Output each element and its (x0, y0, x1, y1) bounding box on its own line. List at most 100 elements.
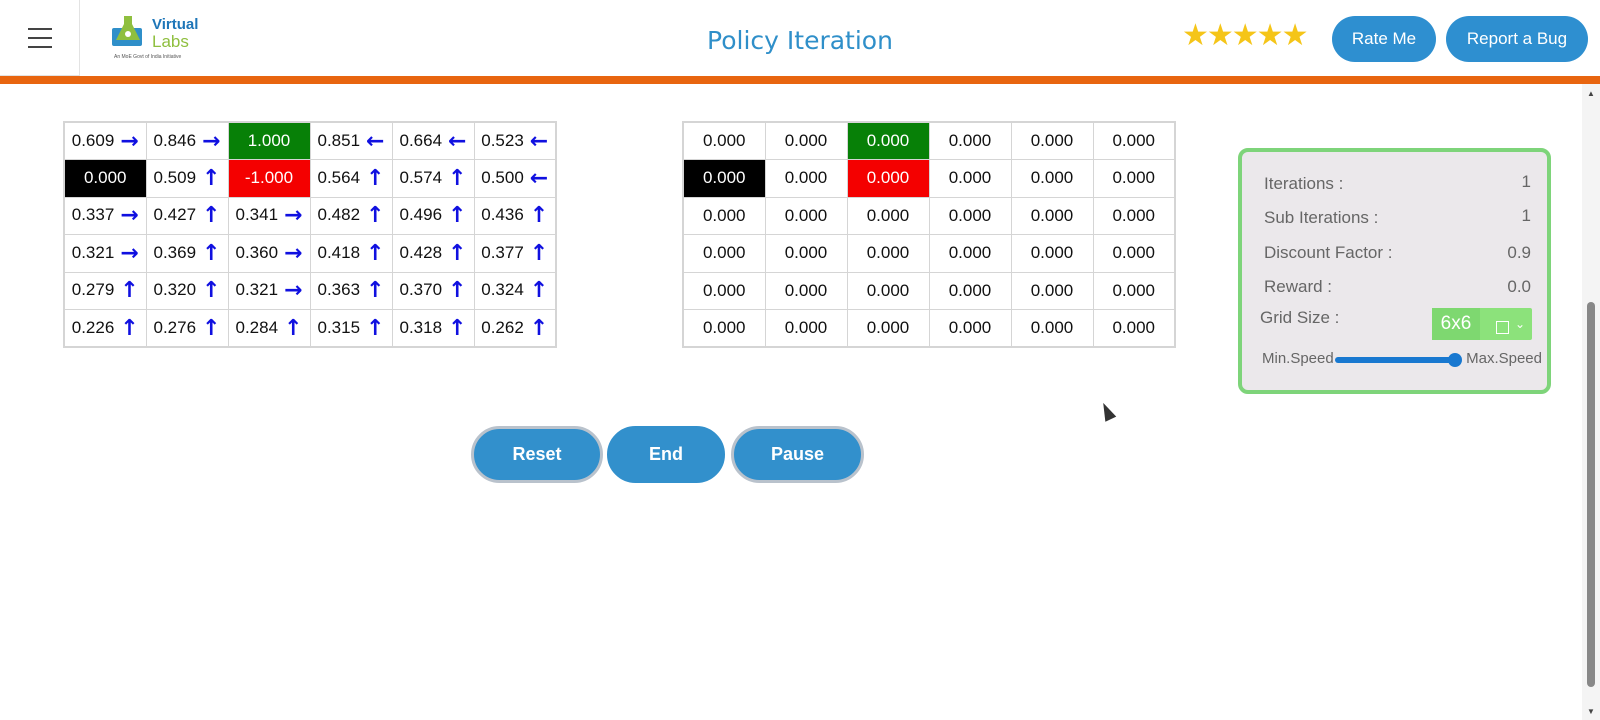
cell-value: 0.377 (481, 242, 524, 262)
grid-cell[interactable]: 0.000 (846, 196, 930, 235)
grid-cell[interactable]: 1.000 (227, 121, 311, 160)
speed-slider-track[interactable] (1335, 357, 1455, 363)
grid-cell[interactable]: 0.000 (846, 234, 930, 273)
grid-cell[interactable]: 0.370 ↑ (391, 271, 475, 310)
cell-value: 0.000 (702, 280, 746, 300)
grid-cell[interactable]: 0.341 → (227, 196, 311, 235)
grid-cell[interactable]: 0.000 (928, 234, 1012, 273)
scrollbar-thumb[interactable] (1587, 302, 1595, 687)
grid-cell[interactable]: 0.609 → (63, 121, 147, 160)
grid-cell[interactable]: 0.000 (928, 159, 1012, 198)
grid-cell[interactable]: 0.000 (682, 159, 766, 198)
grid-cell[interactable]: 0.418 ↑ (309, 234, 393, 273)
grid-cell[interactable]: 0.000 (764, 234, 848, 273)
grid-cell[interactable]: 0.000 (682, 121, 766, 160)
grid-cell[interactable]: 0.000 (682, 309, 766, 348)
grid-cell[interactable]: 0.496 ↑ (391, 196, 475, 235)
grid-cell[interactable]: 0.324 ↑ (473, 271, 557, 310)
grid-cell[interactable]: 0.321 → (227, 271, 311, 310)
cell-value: 0.000 (948, 280, 992, 300)
scroll-up-icon[interactable]: ▲ (1587, 89, 1595, 98)
grid-cell[interactable]: 0.000 (682, 234, 766, 273)
grid-cell[interactable]: 0.000 (1010, 196, 1094, 235)
grid-cell[interactable]: 0.000 (846, 309, 930, 348)
grid-cell[interactable]: 0.574 ↑ (391, 159, 475, 198)
grid-cell[interactable]: 0.000 (1010, 159, 1094, 198)
grid-cell[interactable]: 0.000 (928, 309, 1012, 348)
grid-cell[interactable]: 0.337 → (63, 196, 147, 235)
grid-cell[interactable]: 0.363 ↑ (309, 271, 393, 310)
cell-value: 0.000 (1112, 318, 1156, 337)
grid-cell[interactable]: 0.000 (764, 159, 848, 198)
cell-value: 0.000 (784, 318, 828, 337)
grid-cell[interactable]: 0.284 ↑ (227, 309, 311, 348)
grid-cell[interactable]: 0.000 (682, 271, 766, 310)
grid-cell[interactable]: 0.846 → (145, 121, 229, 160)
grid-cell[interactable]: 0.000 (846, 271, 930, 310)
grid-cell[interactable]: 0.315 ↑ (309, 309, 393, 348)
vertical-scrollbar[interactable]: ▲ ▼ (1582, 84, 1600, 720)
grid-cell[interactable]: 0.000 (846, 121, 930, 160)
grid-cell[interactable]: 0.500 ← (473, 159, 557, 198)
grid-cell[interactable]: 0.000 (1010, 121, 1094, 160)
grid-cell[interactable]: 0.000 (1010, 309, 1094, 348)
grid-cell[interactable]: 0.000 (1092, 309, 1176, 348)
grid-cell[interactable]: 0.000 (764, 121, 848, 160)
grid-cell[interactable]: 0.000 (764, 309, 848, 348)
grid-cell[interactable]: 0.564 ↑ (309, 159, 393, 198)
cell-value: 0.609 (71, 130, 115, 150)
grid-size-select[interactable]: 6x6 ⌄ (1432, 308, 1532, 340)
grid-cell[interactable]: 0.360 → (227, 234, 311, 273)
grid-cell[interactable]: 0.226 ↑ (63, 309, 147, 348)
grid-cell[interactable]: 0.000 (846, 159, 930, 198)
grid-cell[interactable]: 0.000 (928, 271, 1012, 310)
policy-arrow-icon: → (284, 203, 303, 229)
grid-cell[interactable]: 0.320 ↑ (145, 271, 229, 310)
grid-row: 0.000 0.000 0.000 0.000 0.000 0.000 (682, 309, 1176, 348)
policy-arrow-icon: ↑ (284, 315, 303, 341)
speed-slider-row: Min.Speed Max.Speed (1262, 350, 1542, 370)
grid-cell[interactable]: 0.427 ↑ (145, 196, 229, 235)
grid-cell[interactable]: 0.276 ↑ (145, 309, 229, 348)
grid-cell[interactable]: 0.000 (764, 271, 848, 310)
grid-cell[interactable]: 0.000 (764, 196, 848, 235)
grid-cell[interactable]: 0.279 ↑ (63, 271, 147, 310)
scroll-down-icon[interactable]: ▼ (1587, 707, 1595, 716)
grid-cell[interactable]: 0.262 ↑ (473, 309, 557, 348)
chevron-down-icon: ⌄ (1515, 317, 1526, 331)
grid-cell[interactable]: 0.664 ← (391, 121, 475, 160)
report-bug-button[interactable]: Report a Bug (1446, 16, 1588, 62)
cell-value: 0.000 (702, 243, 746, 263)
grid-cell[interactable]: 0.000 (1010, 271, 1094, 310)
grid-cell[interactable]: 0.436 ↑ (473, 196, 557, 235)
grid-cell[interactable]: 0.000 (1092, 234, 1176, 273)
grid-cell[interactable]: -1.000 (227, 159, 311, 198)
grid-cell[interactable]: 0.000 (1092, 196, 1176, 235)
grid-cell[interactable]: 0.000 (928, 196, 1012, 235)
grid-cell[interactable]: 0.000 (928, 121, 1012, 160)
rate-me-button[interactable]: Rate Me (1332, 16, 1436, 62)
grid-cell[interactable]: 0.000 (1010, 234, 1094, 273)
grid-cell[interactable]: 0.482 ↑ (309, 196, 393, 235)
grid-cell[interactable]: 0.000 (1092, 159, 1176, 198)
pause-button[interactable]: Pause (731, 426, 864, 483)
grid-row: 0.000 0.000 0.000 0.000 0.000 0.000 (682, 271, 1176, 310)
policy-arrow-icon: ↑ (202, 240, 221, 266)
grid-cell[interactable]: 0.851 ← (309, 121, 393, 160)
grid-cell[interactable]: 0.509 ↑ (145, 159, 229, 198)
grid-cell[interactable]: 0.369 ↑ (145, 234, 229, 273)
grid-cell[interactable]: 0.428 ↑ (391, 234, 475, 273)
grid-cell[interactable]: 0.000 (63, 159, 147, 198)
rating-stars-icon[interactable]: ★★★★★ (1182, 18, 1308, 53)
grid-cell[interactable]: 0.523 ← (473, 121, 557, 160)
speed-slider-thumb[interactable] (1448, 353, 1462, 367)
grid-cell[interactable]: 0.000 (1092, 121, 1176, 160)
end-button[interactable]: End (607, 426, 725, 483)
grid-cell[interactable]: 0.000 (682, 196, 766, 235)
reset-button[interactable]: Reset (471, 426, 603, 483)
grid-cell[interactable]: 0.321 → (63, 234, 147, 273)
grid-cell[interactable]: 0.377 ↑ (473, 234, 557, 273)
grid-cell[interactable]: 0.000 (1092, 271, 1176, 310)
discount-factor-value: 0.9 (1507, 243, 1531, 262)
grid-cell[interactable]: 0.318 ↑ (391, 309, 475, 348)
